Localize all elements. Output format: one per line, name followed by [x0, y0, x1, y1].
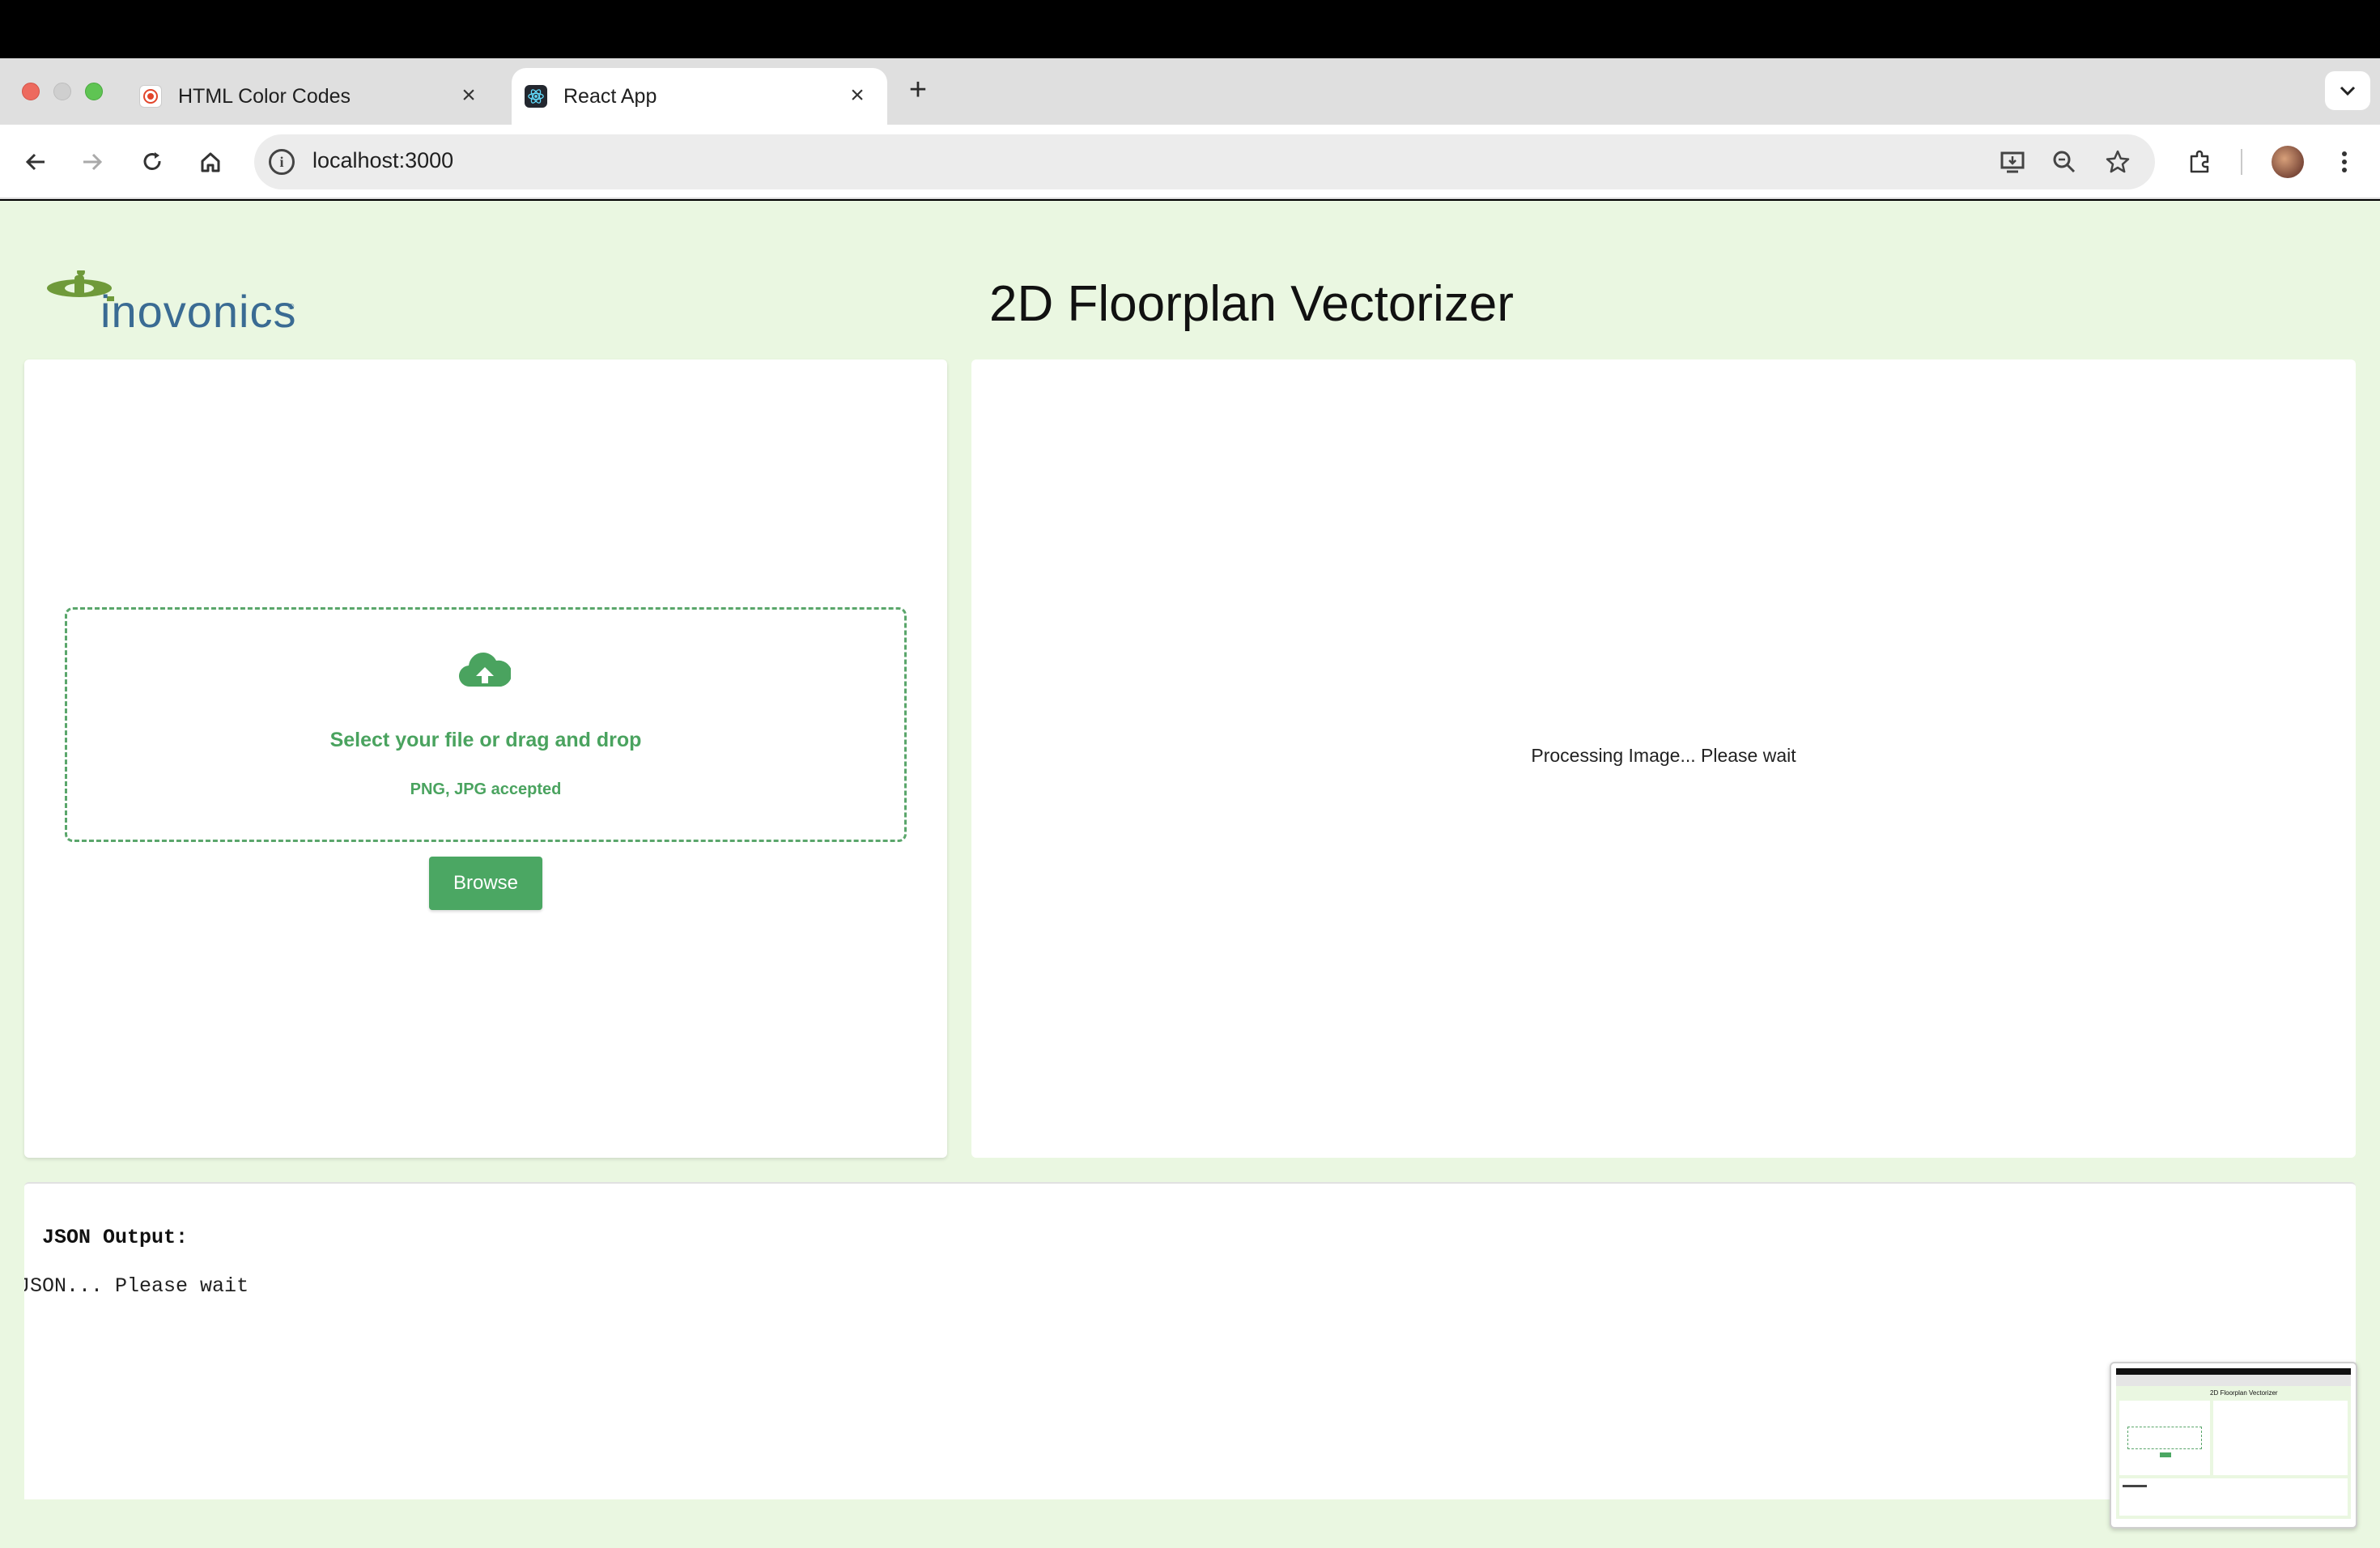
json-status: Loading JSON... Please wait	[24, 1274, 249, 1298]
browse-button[interactable]: Browse	[429, 857, 542, 910]
url-text[interactable]: localhost:3000	[312, 148, 453, 173]
file-dropzone[interactable]	[65, 607, 907, 842]
install-app-button[interactable]	[1996, 146, 2029, 178]
page-title: 2D Floorplan Vectorizer	[989, 276, 1514, 332]
dropzone-title: Select your file or drag and drop	[329, 729, 642, 751]
arrow-left-icon	[25, 153, 45, 171]
dropzone-subtitle: PNG, JPG accepted	[410, 780, 562, 798]
window-close-button[interactable]	[22, 83, 40, 100]
json-output-card	[24, 1182, 2356, 1499]
zoom-button[interactable]	[2048, 146, 2080, 178]
react-favicon-icon	[525, 85, 547, 108]
menu-bar-area	[0, 0, 2380, 58]
processing-status: Processing Image... Please wait	[1531, 745, 1796, 766]
tab-close-icon[interactable]: ×	[455, 83, 482, 110]
window-zoom-button[interactable]	[85, 83, 103, 100]
profile-avatar[interactable]	[2272, 146, 2304, 178]
star-icon	[2106, 150, 2130, 173]
tab-react-app[interactable]: React App ×	[512, 68, 887, 125]
thumbnail-title: 2D Floorplan Vectorizer	[2210, 1389, 2278, 1397]
cloud-upload-icon	[459, 653, 511, 687]
logo-wordmark: inovonics	[100, 286, 297, 337]
home-button[interactable]	[193, 144, 228, 180]
tab-label: React App	[563, 84, 657, 108]
home-icon	[201, 152, 220, 172]
toolbar-divider	[2241, 149, 2242, 175]
site-info-icon[interactable]: i	[269, 149, 295, 175]
back-button[interactable]	[18, 144, 53, 180]
new-tab-button[interactable]: +	[902, 74, 934, 107]
browser-menu-button[interactable]	[2328, 146, 2361, 178]
address-bar[interactable]	[254, 134, 2155, 189]
json-output-label: JSON Output:	[42, 1226, 189, 1249]
tab-label: HTML Color Codes	[178, 84, 351, 108]
bookmark-button[interactable]	[2102, 146, 2134, 178]
chevron-down-icon	[2340, 86, 2356, 96]
tab-html-color-codes[interactable]: HTML Color Codes ×	[130, 68, 499, 125]
puzzle-icon	[2190, 150, 2209, 173]
json-status-container: Loading JSON... Please wait	[24, 1274, 510, 1303]
window-minimize-button[interactable]	[53, 83, 71, 100]
more-vertical-icon	[2342, 151, 2347, 172]
reload-icon	[143, 152, 161, 170]
extensions-button[interactable]	[2184, 146, 2216, 178]
zoom-out-icon	[2053, 151, 2076, 173]
screenshot-thumbnail[interactable]: 2D Floorplan Vectorizer	[2110, 1362, 2357, 1529]
reload-button[interactable]	[134, 144, 170, 180]
arrow-right-icon	[83, 153, 103, 171]
tab-close-icon[interactable]: ×	[844, 83, 871, 110]
html-color-codes-favicon-icon	[139, 85, 162, 108]
install-icon	[2000, 151, 2025, 173]
forward-button[interactable]	[74, 144, 110, 180]
tab-search-button[interactable]	[2325, 71, 2370, 110]
registered-mark-icon: ®	[288, 303, 295, 312]
